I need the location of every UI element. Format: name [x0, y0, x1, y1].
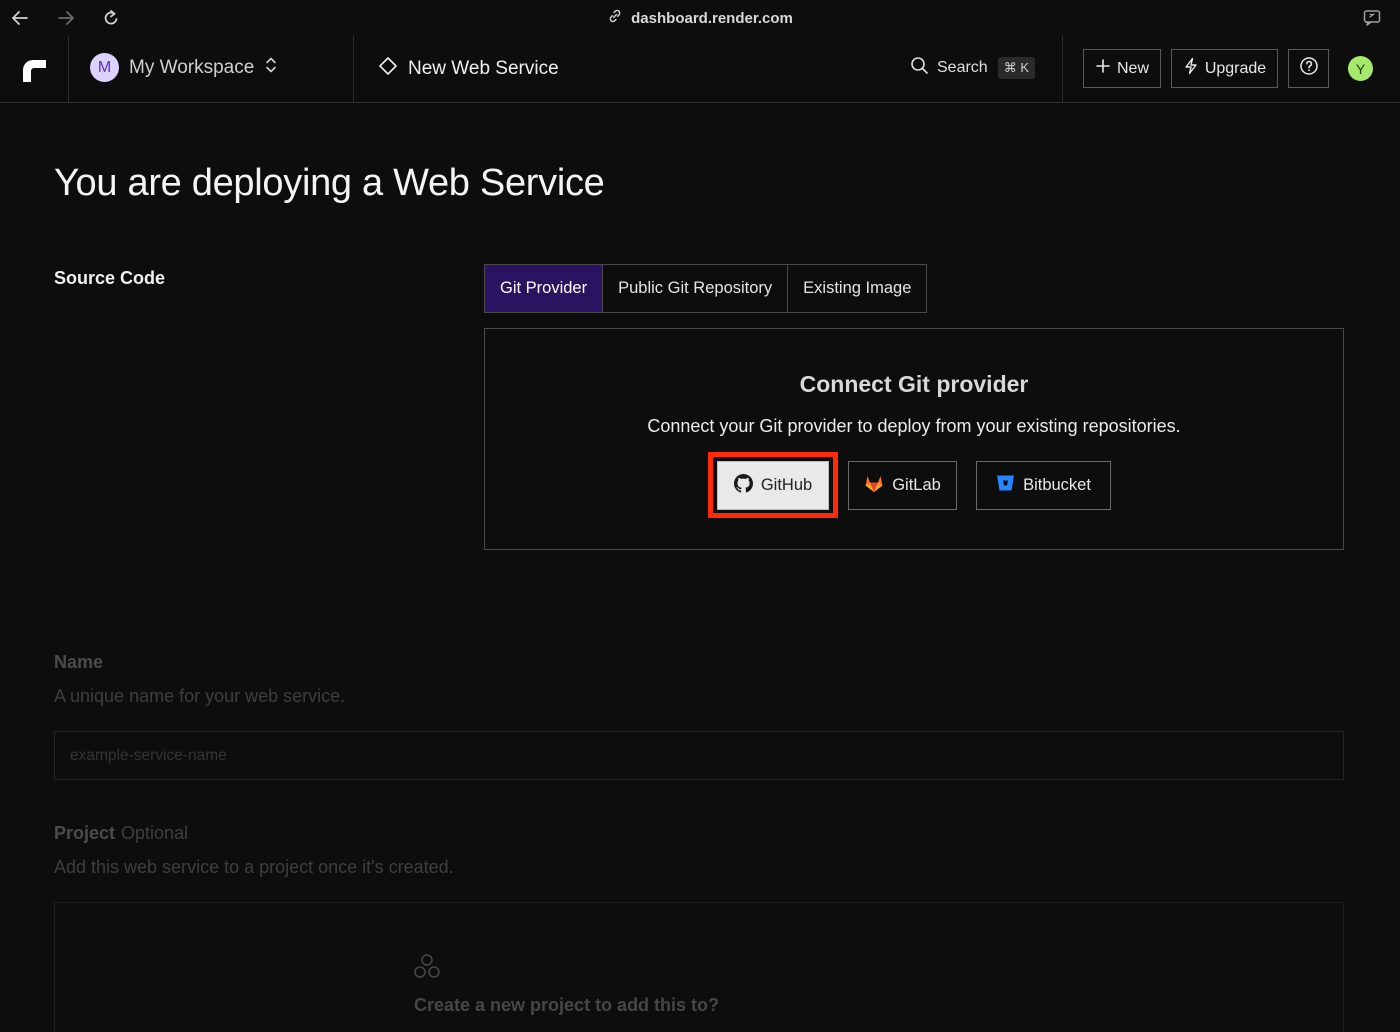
source-tabs: Git Provider Public Git Repository Exist… — [484, 264, 928, 313]
create-project-link[interactable]: Create a new project to add this to? — [414, 995, 719, 1016]
gitlab-label: GitLab — [892, 476, 941, 494]
diamond-icon — [378, 56, 398, 82]
help-button[interactable] — [1288, 49, 1329, 88]
search-shortcut: ⌘ K — [997, 57, 1035, 79]
render-logo-icon[interactable] — [20, 56, 48, 82]
header-divider — [353, 36, 354, 102]
github-icon — [733, 473, 753, 498]
connect-description: Connect your Git provider to deploy from… — [647, 416, 1181, 436]
upgrade-button[interactable]: Upgrade — [1171, 49, 1278, 88]
project-panel: Create a new project to add this to? — [54, 902, 1344, 1032]
tab-existing-image[interactable]: Existing Image — [788, 265, 926, 312]
browser-bar: dashboard.render.com — [0, 0, 1400, 36]
workspace-avatar: M — [90, 53, 119, 82]
project-label-text: Project — [54, 823, 116, 843]
chat-bubble-icon[interactable] — [1360, 6, 1384, 30]
app-header: M My Workspace New Web Service Search ⌘ … — [0, 36, 1400, 103]
search-label: Search — [937, 59, 988, 76]
workspace-switcher[interactable]: M My Workspace — [90, 53, 278, 82]
tab-git-provider[interactable]: Git Provider — [485, 265, 604, 312]
page-title: You are deploying a Web Service — [54, 162, 605, 204]
chevron-updown-icon — [264, 56, 278, 80]
bitbucket-label: Bitbucket — [1023, 476, 1091, 494]
tab-public-git-repository[interactable]: Public Git Repository — [603, 265, 789, 312]
name-help: A unique name for your web service. — [54, 686, 346, 706]
breadcrumb: New Web Service — [378, 56, 559, 82]
new-label: New — [1116, 59, 1149, 77]
bitbucket-button[interactable]: Bitbucket — [976, 461, 1111, 510]
help-icon — [1299, 56, 1319, 81]
lightning-icon — [1183, 57, 1199, 80]
gitlab-icon — [864, 474, 884, 498]
github-button[interactable]: GitHub — [717, 461, 829, 510]
connect-title: Connect Git provider — [799, 371, 1029, 397]
name-label: Name — [54, 652, 104, 672]
project-label: Project Optional — [54, 823, 188, 844]
plus-icon — [1095, 58, 1111, 79]
project-help: Add this web service to a project once i… — [54, 857, 454, 877]
search-icon — [910, 56, 929, 80]
url-text: dashboard.render.com — [631, 9, 793, 27]
breadcrumb-label: New Web Service — [408, 58, 559, 79]
github-label: GitHub — [760, 476, 813, 494]
user-avatar[interactable]: Y — [1348, 56, 1373, 81]
hexagons-icon — [413, 953, 441, 986]
link-icon — [607, 8, 623, 28]
optional-tag: Optional — [121, 823, 189, 843]
connect-git-panel: Connect Git provider Connect your Git pr… — [484, 328, 1344, 550]
gitlab-button[interactable]: GitLab — [848, 461, 957, 510]
workspace-name: My Workspace — [129, 56, 255, 78]
source-code-label: Source Code — [54, 268, 166, 288]
new-button[interactable]: New — [1083, 49, 1161, 88]
search-button[interactable]: Search ⌘ K — [910, 56, 1035, 80]
bitbucket-icon — [996, 474, 1015, 497]
header-divider — [68, 36, 69, 102]
header-divider — [1062, 36, 1063, 102]
upgrade-label: Upgrade — [1204, 59, 1267, 77]
service-name-input[interactable] — [54, 731, 1344, 780]
address-bar[interactable]: dashboard.render.com — [0, 8, 1400, 28]
